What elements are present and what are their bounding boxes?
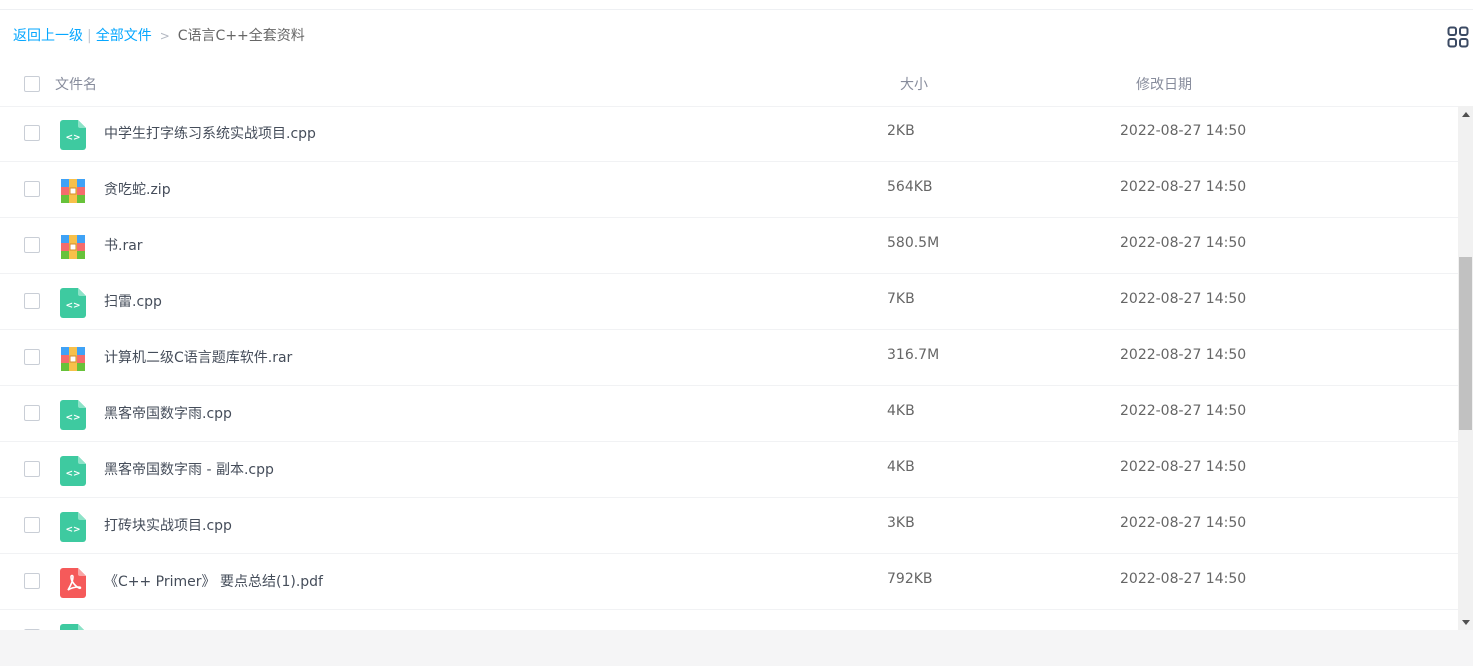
file-size: 7KB	[887, 291, 915, 307]
file-name[interactable]: 书.rar	[104, 235, 143, 255]
archive-icon	[60, 232, 86, 262]
back-link[interactable]: 返回上一级	[13, 28, 83, 44]
vertical-scrollbar[interactable]	[1458, 106, 1473, 630]
svg-text:<>: <>	[65, 469, 80, 479]
file-date: 2022-08-27 14:50	[1120, 179, 1247, 195]
file-name[interactable]: 黑客帝国数字雨 - 副本.cpp	[104, 459, 274, 479]
file-date: 2022-08-27 14:50	[1120, 123, 1247, 139]
file-date: 2022-08-27 14:50	[1120, 235, 1247, 251]
file-row[interactable]: <> 黑客帝国数字雨.cpp 4KB 2022-08-27 14:50	[0, 386, 1458, 442]
code-file-icon: <>	[60, 120, 86, 150]
scrollbar-thumb[interactable]	[1459, 257, 1472, 430]
breadcrumb-arrow: >	[159, 29, 170, 43]
file-name[interactable]: 《C++ Primer》 要点总结(1).pdf	[104, 571, 323, 591]
file-date: 2022-08-27 14:50	[1120, 571, 1247, 587]
file-row[interactable]: <> 中学生打字练习系统实战项目.cpp 2KB 2022-08-27 14:50	[0, 106, 1458, 162]
all-files-link[interactable]: 全部文件	[96, 28, 152, 44]
scroll-down-arrow-icon[interactable]	[1458, 615, 1473, 630]
file-row[interactable]: 贪吃蛇.zip 564KB 2022-08-27 14:50	[0, 162, 1458, 218]
breadcrumb: 返回上一级 | 全部文件 > C语言C++全套资料	[13, 26, 305, 46]
pdf-icon	[60, 568, 86, 598]
select-all-checkbox[interactable]	[24, 76, 40, 92]
file-list-header: 文件名 大小 修改日期	[0, 64, 1473, 107]
column-header-name[interactable]: 文件名	[55, 74, 97, 94]
file-size: 4KB	[887, 459, 915, 475]
file-size: 580.5M	[887, 235, 940, 251]
row-checkbox[interactable]	[24, 125, 40, 141]
file-row[interactable]: <> 打砖块实战项目.cpp 3KB 2022-08-27 14:50	[0, 498, 1458, 554]
file-size: 792KB	[887, 571, 933, 587]
file-date: 2022-08-27 14:50	[1120, 291, 1247, 307]
column-header-date[interactable]: 修改日期	[1136, 74, 1192, 94]
top-divider	[0, 9, 1473, 10]
file-date: 2022-08-27 14:50	[1120, 403, 1247, 419]
code-file-icon: <>	[60, 400, 86, 430]
file-name[interactable]: 扫雷.cpp	[104, 291, 162, 311]
file-list: <> 中学生打字练习系统实战项目.cpp 2KB 2022-08-27 14:50 贪吃…	[0, 106, 1458, 630]
file-size: 4KB	[887, 403, 915, 419]
file-size: 3KB	[887, 515, 915, 531]
grid-view-icon[interactable]	[1447, 26, 1469, 48]
file-name[interactable]: 黑客帝国数字雨.cpp	[104, 403, 232, 423]
row-checkbox[interactable]	[24, 573, 40, 589]
code-file-icon: <>	[60, 288, 86, 318]
svg-text:<>: <>	[65, 133, 80, 143]
file-name[interactable]: 中学生打字练习系统实战项目.cpp	[104, 123, 316, 143]
svg-text:<>: <>	[65, 301, 80, 311]
file-date: 2022-08-27 14:50	[1120, 515, 1247, 531]
row-checkbox[interactable]	[24, 181, 40, 197]
file-date: 2022-08-27 14:50	[1120, 459, 1247, 475]
archive-icon	[60, 176, 86, 206]
column-header-size[interactable]: 大小	[900, 74, 928, 94]
svg-text:<>: <>	[65, 413, 80, 423]
file-row[interactable]: 计算机二级C语言题库软件.rar 316.7M 2022-08-27 14:50	[0, 330, 1458, 386]
footer-bar	[0, 630, 1473, 666]
row-checkbox[interactable]	[24, 237, 40, 253]
scroll-up-arrow-icon[interactable]	[1458, 106, 1473, 121]
row-checkbox[interactable]	[24, 349, 40, 365]
breadcrumb-separator: |	[87, 28, 92, 44]
file-name[interactable]: 打砖块实战项目.cpp	[104, 515, 232, 535]
svg-text:<>: <>	[65, 525, 80, 535]
file-row[interactable]: 书.rar 580.5M 2022-08-27 14:50	[0, 218, 1458, 274]
file-date: 2022-08-27 14:50	[1120, 347, 1247, 363]
file-row[interactable]: 《C++ Primer》 要点总结(1).pdf 792KB 2022-08-27 …	[0, 554, 1458, 610]
row-checkbox[interactable]	[24, 517, 40, 533]
code-file-icon: <>	[60, 512, 86, 542]
file-name[interactable]: 计算机二级C语言题库软件.rar	[104, 347, 292, 367]
code-file-icon: <>	[60, 456, 86, 486]
file-row[interactable]: <> 黑客帝国数字雨 - 副本.cpp 4KB 2022-08-27 14:50	[0, 442, 1458, 498]
file-size: 564KB	[887, 179, 933, 195]
file-size: 316.7M	[887, 347, 940, 363]
file-row[interactable]: <> 扫雷.cpp 7KB 2022-08-27 14:50	[0, 274, 1458, 330]
archive-icon	[60, 344, 86, 374]
file-name[interactable]: 贪吃蛇.zip	[104, 179, 171, 199]
row-checkbox[interactable]	[24, 405, 40, 421]
file-size: 2KB	[887, 123, 915, 139]
current-folder: C语言C++全套资料	[177, 28, 305, 44]
row-checkbox[interactable]	[24, 293, 40, 309]
row-checkbox[interactable]	[24, 461, 40, 477]
file-row[interactable]: <>	[0, 610, 1458, 630]
